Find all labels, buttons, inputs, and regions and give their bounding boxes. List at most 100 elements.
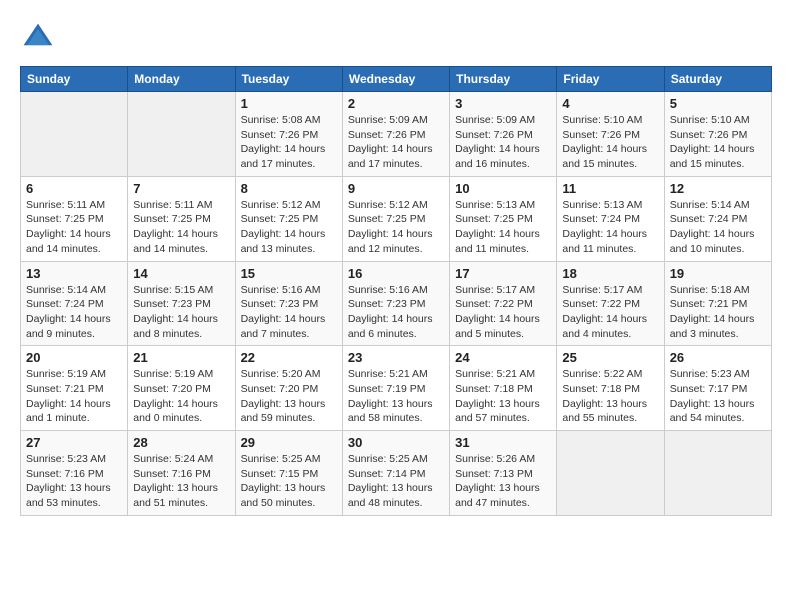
- day-info: Sunrise: 5:10 AM Sunset: 7:26 PM Dayligh…: [562, 113, 658, 172]
- day-number: 28: [133, 435, 229, 450]
- day-info: Sunrise: 5:13 AM Sunset: 7:25 PM Dayligh…: [455, 198, 551, 257]
- calendar-cell: 16 Sunrise: 5:16 AM Sunset: 7:23 PM Dayli…: [342, 261, 449, 346]
- day-number: 16: [348, 266, 444, 281]
- day-info: Sunrise: 5:08 AM Sunset: 7:26 PM Dayligh…: [241, 113, 337, 172]
- day-info: Sunrise: 5:23 AM Sunset: 7:16 PM Dayligh…: [26, 452, 122, 511]
- day-info: Sunrise: 5:14 AM Sunset: 7:24 PM Dayligh…: [670, 198, 766, 257]
- day-number: 1: [241, 96, 337, 111]
- calendar-cell: 25 Sunrise: 5:22 AM Sunset: 7:18 PM Dayli…: [557, 346, 664, 431]
- day-info: Sunrise: 5:11 AM Sunset: 7:25 PM Dayligh…: [26, 198, 122, 257]
- day-number: 2: [348, 96, 444, 111]
- calendar-cell: 30 Sunrise: 5:25 AM Sunset: 7:14 PM Dayli…: [342, 431, 449, 516]
- calendar-week-2: 6 Sunrise: 5:11 AM Sunset: 7:25 PM Daylig…: [21, 176, 772, 261]
- day-info: Sunrise: 5:17 AM Sunset: 7:22 PM Dayligh…: [562, 283, 658, 342]
- day-number: 17: [455, 266, 551, 281]
- calendar-cell: [557, 431, 664, 516]
- calendar-cell: 4 Sunrise: 5:10 AM Sunset: 7:26 PM Daylig…: [557, 92, 664, 177]
- calendar-cell: 18 Sunrise: 5:17 AM Sunset: 7:22 PM Dayli…: [557, 261, 664, 346]
- calendar-cell: 29Sunrise: 5:25 AM Sunset: 7:15 PM Dayli…: [235, 431, 342, 516]
- weekday-row: SundayMondayTuesdayWednesdayThursdayFrid…: [21, 67, 772, 92]
- calendar-cell: 26 Sunrise: 5:23 AM Sunset: 7:17 PM Dayli…: [664, 346, 771, 431]
- day-info: Sunrise: 5:11 AM Sunset: 7:25 PM Dayligh…: [133, 198, 229, 257]
- day-number: 4: [562, 96, 658, 111]
- day-info: Sunrise: 5:24 AM Sunset: 7:16 PM Dayligh…: [133, 452, 229, 511]
- day-info: Sunrise: 5:17 AM Sunset: 7:22 PM Dayligh…: [455, 283, 551, 342]
- calendar-cell: 27 Sunrise: 5:23 AM Sunset: 7:16 PM Dayli…: [21, 431, 128, 516]
- day-number: 5: [670, 96, 766, 111]
- day-info: Sunrise: 5:25 AM Sunset: 7:14 PM Dayligh…: [348, 452, 444, 511]
- day-info: Sunrise: 5:25 AM Sunset: 7:15 PM Dayligh…: [241, 452, 337, 511]
- day-info: Sunrise: 5:23 AM Sunset: 7:17 PM Dayligh…: [670, 367, 766, 426]
- day-number: 30: [348, 435, 444, 450]
- day-number: 25: [562, 350, 658, 365]
- calendar-header: SundayMondayTuesdayWednesdayThursdayFrid…: [21, 67, 772, 92]
- weekday-header-sunday: Sunday: [21, 67, 128, 92]
- calendar-cell: 9 Sunrise: 5:12 AM Sunset: 7:25 PM Daylig…: [342, 176, 449, 261]
- calendar-cell: 21Sunrise: 5:19 AM Sunset: 7:20 PM Dayli…: [128, 346, 235, 431]
- calendar-week-4: 20 Sunrise: 5:19 AM Sunset: 7:21 PM Dayli…: [21, 346, 772, 431]
- day-info: Sunrise: 5:18 AM Sunset: 7:21 PM Dayligh…: [670, 283, 766, 342]
- day-number: 6: [26, 181, 122, 196]
- day-info: Sunrise: 5:16 AM Sunset: 7:23 PM Dayligh…: [241, 283, 337, 342]
- day-info: Sunrise: 5:22 AM Sunset: 7:18 PM Dayligh…: [562, 367, 658, 426]
- calendar-week-5: 27 Sunrise: 5:23 AM Sunset: 7:16 PM Dayli…: [21, 431, 772, 516]
- calendar-cell: 12Sunrise: 5:14 AM Sunset: 7:24 PM Dayli…: [664, 176, 771, 261]
- day-info: Sunrise: 5:20 AM Sunset: 7:20 PM Dayligh…: [241, 367, 337, 426]
- day-number: 23: [348, 350, 444, 365]
- calendar-cell: 28 Sunrise: 5:24 AM Sunset: 7:16 PM Dayli…: [128, 431, 235, 516]
- calendar-cell: 2 Sunrise: 5:09 AM Sunset: 7:26 PM Daylig…: [342, 92, 449, 177]
- day-number: 20: [26, 350, 122, 365]
- calendar: SundayMondayTuesdayWednesdayThursdayFrid…: [20, 66, 772, 516]
- day-number: 15: [241, 266, 337, 281]
- calendar-cell: 19 Sunrise: 5:18 AM Sunset: 7:21 PM Dayli…: [664, 261, 771, 346]
- calendar-cell: 11Sunrise: 5:13 AM Sunset: 7:24 PM Dayli…: [557, 176, 664, 261]
- day-info: Sunrise: 5:09 AM Sunset: 7:26 PM Dayligh…: [348, 113, 444, 172]
- day-number: 3: [455, 96, 551, 111]
- day-number: 27: [26, 435, 122, 450]
- day-number: 18: [562, 266, 658, 281]
- calendar-cell: 6 Sunrise: 5:11 AM Sunset: 7:25 PM Daylig…: [21, 176, 128, 261]
- day-number: 8: [241, 181, 337, 196]
- calendar-cell: 10 Sunrise: 5:13 AM Sunset: 7:25 PM Dayli…: [450, 176, 557, 261]
- calendar-week-3: 13Sunrise: 5:14 AM Sunset: 7:24 PM Dayli…: [21, 261, 772, 346]
- day-number: 22: [241, 350, 337, 365]
- calendar-cell: [664, 431, 771, 516]
- day-info: Sunrise: 5:26 AM Sunset: 7:13 PM Dayligh…: [455, 452, 551, 511]
- day-info: Sunrise: 5:09 AM Sunset: 7:26 PM Dayligh…: [455, 113, 551, 172]
- page: SundayMondayTuesdayWednesdayThursdayFrid…: [0, 0, 792, 612]
- calendar-cell: 17 Sunrise: 5:17 AM Sunset: 7:22 PM Dayli…: [450, 261, 557, 346]
- weekday-header-monday: Monday: [128, 67, 235, 92]
- day-number: 7: [133, 181, 229, 196]
- day-number: 21: [133, 350, 229, 365]
- calendar-cell: 5Sunrise: 5:10 AM Sunset: 7:26 PM Daylig…: [664, 92, 771, 177]
- day-info: Sunrise: 5:12 AM Sunset: 7:25 PM Dayligh…: [241, 198, 337, 257]
- weekday-header-wednesday: Wednesday: [342, 67, 449, 92]
- calendar-cell: 15 Sunrise: 5:16 AM Sunset: 7:23 PM Dayli…: [235, 261, 342, 346]
- logo-icon: [20, 20, 56, 56]
- header: [20, 16, 772, 56]
- day-info: Sunrise: 5:15 AM Sunset: 7:23 PM Dayligh…: [133, 283, 229, 342]
- calendar-cell: 13Sunrise: 5:14 AM Sunset: 7:24 PM Dayli…: [21, 261, 128, 346]
- day-number: 26: [670, 350, 766, 365]
- calendar-body: 1 Sunrise: 5:08 AM Sunset: 7:26 PM Daylig…: [21, 92, 772, 516]
- calendar-cell: 7 Sunrise: 5:11 AM Sunset: 7:25 PM Daylig…: [128, 176, 235, 261]
- day-info: Sunrise: 5:21 AM Sunset: 7:18 PM Dayligh…: [455, 367, 551, 426]
- day-number: 10: [455, 181, 551, 196]
- day-info: Sunrise: 5:12 AM Sunset: 7:25 PM Dayligh…: [348, 198, 444, 257]
- day-number: 19: [670, 266, 766, 281]
- weekday-header-thursday: Thursday: [450, 67, 557, 92]
- day-number: 31: [455, 435, 551, 450]
- calendar-cell: 1 Sunrise: 5:08 AM Sunset: 7:26 PM Daylig…: [235, 92, 342, 177]
- day-number: 24: [455, 350, 551, 365]
- calendar-cell: [128, 92, 235, 177]
- calendar-cell: 20 Sunrise: 5:19 AM Sunset: 7:21 PM Dayli…: [21, 346, 128, 431]
- day-number: 9: [348, 181, 444, 196]
- calendar-cell: 3 Sunrise: 5:09 AM Sunset: 7:26 PM Daylig…: [450, 92, 557, 177]
- day-number: 14: [133, 266, 229, 281]
- day-number: 11: [562, 181, 658, 196]
- day-info: Sunrise: 5:19 AM Sunset: 7:21 PM Dayligh…: [26, 367, 122, 426]
- calendar-cell: 23 Sunrise: 5:21 AM Sunset: 7:19 PM Dayli…: [342, 346, 449, 431]
- weekday-header-friday: Friday: [557, 67, 664, 92]
- day-info: Sunrise: 5:16 AM Sunset: 7:23 PM Dayligh…: [348, 283, 444, 342]
- day-info: Sunrise: 5:21 AM Sunset: 7:19 PM Dayligh…: [348, 367, 444, 426]
